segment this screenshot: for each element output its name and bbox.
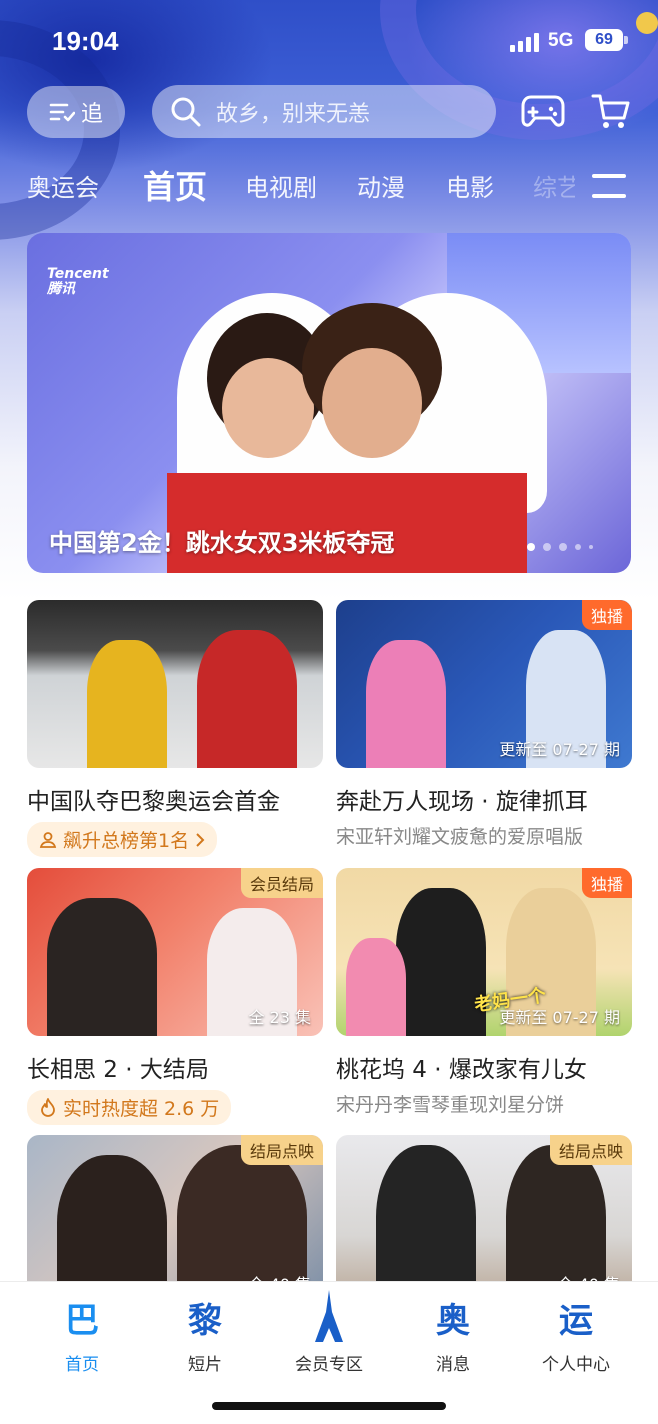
channel-tabs: 奥运会 首页 电视剧 动漫 电影 综艺 — [0, 160, 658, 212]
video-card[interactable]: 结局点映 全 40 集 — [27, 1135, 323, 1303]
thumb-figure — [366, 640, 446, 768]
nav-label: 个人中心 — [542, 1355, 610, 1375]
pagination-dot — [575, 544, 581, 550]
thumb-figure — [87, 640, 167, 768]
nav-vip[interactable]: 会员专区 — [274, 1290, 384, 1375]
eiffel-tower-icon — [274, 1290, 384, 1342]
nav-messages[interactable]: 奥 消息 — [398, 1300, 508, 1375]
thumb-figure — [197, 630, 297, 768]
card-title: 长相思 2 · 大结局 — [27, 1057, 209, 1083]
battery-icon: 69 — [585, 29, 623, 51]
tab-movie[interactable]: 电影 — [446, 168, 494, 203]
person-icon — [39, 831, 57, 848]
profile-icon: 运 — [559, 1301, 593, 1341]
video-thumbnail — [27, 600, 323, 768]
status-bar: 19:04 5G 69 — [0, 0, 658, 80]
channel-menu-button[interactable] — [590, 166, 630, 206]
banner-face-right — [322, 348, 422, 458]
home-icon: 巴 — [65, 1301, 99, 1341]
video-card[interactable]: 中国队夺巴黎奥运会首金 飙升总榜第1名 — [27, 600, 323, 857]
menu-icon — [592, 174, 626, 178]
heat-badge-label: 实时热度超 2.6 万 — [63, 1098, 220, 1120]
card-title: 中国队夺巴黎奥运会首金 — [27, 789, 280, 815]
tab-home[interactable]: 首页 — [143, 162, 207, 208]
exclusive-tag: 独播 — [581, 600, 632, 630]
pagination-dot — [527, 543, 535, 551]
update-status: 更新至 07-27 期 — [499, 1008, 620, 1027]
search-input[interactable]: 故乡，别来无恙 — [152, 85, 496, 138]
card-subtitle: 宋亚轩刘耀文疲惫的爱原唱版 — [336, 826, 584, 848]
mall-button[interactable] — [588, 88, 634, 134]
video-thumbnail: 结局点映 全 40 集 — [336, 1135, 632, 1303]
gamepad-icon — [521, 95, 565, 127]
tab-variety[interactable]: 综艺 — [533, 168, 575, 203]
video-card[interactable]: 独播 更新至 07-27 期 奔赴万人现场 · 旋律抓耳 宋亚轩刘耀文疲惫的爱原… — [336, 600, 632, 849]
member-finale-tag: 会员结局 — [240, 868, 323, 898]
follow-list-icon — [49, 103, 75, 122]
thumb-figure — [346, 938, 406, 1036]
heat-badge[interactable]: 实时热度超 2.6 万 — [27, 1090, 232, 1125]
flame-icon — [41, 1097, 55, 1117]
card-title: 桃花坞 4 · 爆改家有儿女 — [336, 1057, 587, 1083]
finale-screening-tag: 结局点映 — [549, 1135, 632, 1165]
video-card[interactable]: 会员结局 全 23 集 长相思 2 · 大结局 实时热度超 2.6 万 — [27, 868, 323, 1125]
banner-pagination — [527, 543, 593, 551]
nav-label: 首页 — [65, 1355, 99, 1375]
pagination-dot — [559, 543, 567, 551]
shorts-icon: 黎 — [188, 1301, 222, 1341]
thumb-figure — [47, 898, 157, 1036]
finale-screening-tag: 结局点映 — [240, 1135, 323, 1165]
nav-label: 消息 — [436, 1355, 470, 1375]
episode-count: 全 23 集 — [248, 1008, 311, 1027]
status-time: 19:04 — [52, 26, 119, 56]
signal-icon — [510, 30, 540, 52]
decor-dot — [636, 12, 658, 34]
card-title: 奔赴万人现场 · 旋律抓耳 — [336, 789, 588, 815]
video-thumbnail: 结局点映 全 40 集 — [27, 1135, 323, 1303]
tab-olympics[interactable]: 奥运会 — [27, 168, 99, 203]
cart-icon — [591, 94, 630, 128]
video-thumbnail: 独播 更新至 07-27 期 — [336, 600, 632, 768]
rank-badge-label: 飙升总榜第1名 — [63, 830, 190, 852]
nav-profile[interactable]: 运 个人中心 — [521, 1300, 631, 1375]
banner-title: 中国第2金！跳水女双3米板夺冠 — [49, 529, 395, 557]
video-card[interactable]: 老妈一个 独播 更新至 07-27 期 桃花坞 4 · 爆改家有儿女 宋丹丹李雪… — [336, 868, 632, 1117]
network-type: 5G — [548, 30, 574, 51]
home-indicator[interactable] — [212, 1402, 446, 1410]
hero-banner[interactable]: Tencent 腾讯 中国第2金！跳水女双3米板夺冠 — [27, 233, 631, 573]
follow-button[interactable]: 追 — [27, 86, 125, 138]
exclusive-tag: 独播 — [581, 868, 632, 898]
tencent-logo: Tencent 腾讯 — [47, 266, 109, 297]
pagination-dot — [543, 543, 551, 551]
tab-tv-series[interactable]: 电视剧 — [245, 168, 317, 203]
nav-label: 短片 — [188, 1355, 222, 1375]
nav-label: 会员专区 — [295, 1355, 363, 1375]
nav-home[interactable]: 巴 首页 — [27, 1300, 137, 1375]
menu-icon-line — [592, 194, 626, 198]
search-icon — [171, 97, 201, 126]
card-subtitle: 宋丹丹李雪琴重现刘星分饼 — [336, 1094, 565, 1116]
messages-icon: 奥 — [436, 1301, 470, 1341]
video-thumbnail: 老妈一个 独播 更新至 07-27 期 — [336, 868, 632, 1036]
tab-anime[interactable]: 动漫 — [357, 168, 405, 203]
game-button[interactable] — [520, 88, 566, 134]
video-thumbnail: 会员结局 全 23 集 — [27, 868, 323, 1036]
update-status: 更新至 07-27 期 — [499, 740, 620, 759]
thumb-figure — [396, 888, 486, 1036]
pagination-dot — [589, 545, 593, 549]
chevron-right-icon — [196, 832, 205, 847]
nav-shorts[interactable]: 黎 短片 — [150, 1300, 260, 1375]
search-placeholder: 故乡，别来无恙 — [216, 101, 371, 127]
rank-badge[interactable]: 飙升总榜第1名 — [27, 822, 218, 857]
banner-face-left — [222, 358, 314, 458]
follow-label: 追 — [80, 102, 103, 127]
battery-cap — [624, 36, 628, 44]
thumb-figure — [376, 1145, 476, 1303]
video-card[interactable]: 结局点映 全 40 集 — [336, 1135, 632, 1303]
